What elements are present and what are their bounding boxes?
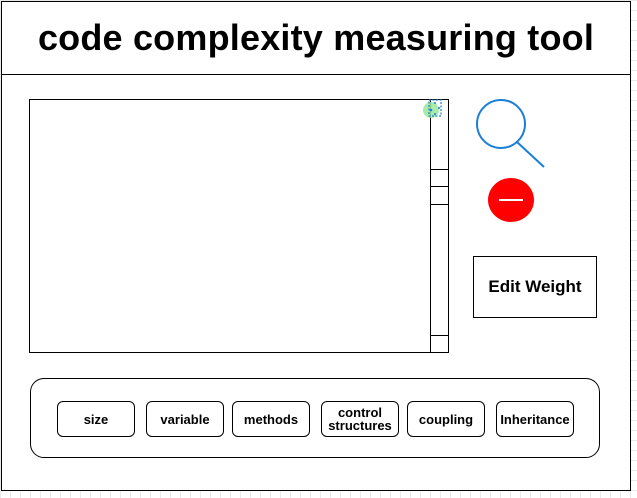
scrollbar-thumb-middle — [431, 186, 448, 187]
inheritance-button[interactable]: Inheritance — [496, 401, 574, 437]
coupling-button[interactable]: coupling — [407, 401, 485, 437]
remove-button[interactable] — [488, 178, 534, 222]
size-button[interactable]: size — [57, 401, 135, 437]
scrollbar-arrow-divider — [431, 335, 448, 336]
selection-handle-icon[interactable] — [422, 99, 442, 119]
file-list[interactable] — [29, 99, 431, 353]
control-structures-button[interactable]: control structures — [321, 401, 399, 437]
scrollbar-thumb-top — [431, 169, 448, 170]
vertical-scrollbar[interactable] — [430, 99, 449, 353]
title-bar: code complexity measuring tool — [1, 1, 631, 75]
control-structures-label-line2: structures — [328, 418, 392, 433]
methods-button[interactable]: methods — [232, 401, 310, 437]
search-icon[interactable] — [475, 98, 547, 170]
minus-circle-icon — [499, 199, 523, 201]
scrollbar-thumb-bottom — [431, 204, 448, 205]
variable-button[interactable]: variable — [146, 401, 224, 437]
page-title: code complexity measuring tool — [37, 16, 595, 58]
edit-weight-button[interactable]: Edit Weight — [473, 256, 597, 318]
